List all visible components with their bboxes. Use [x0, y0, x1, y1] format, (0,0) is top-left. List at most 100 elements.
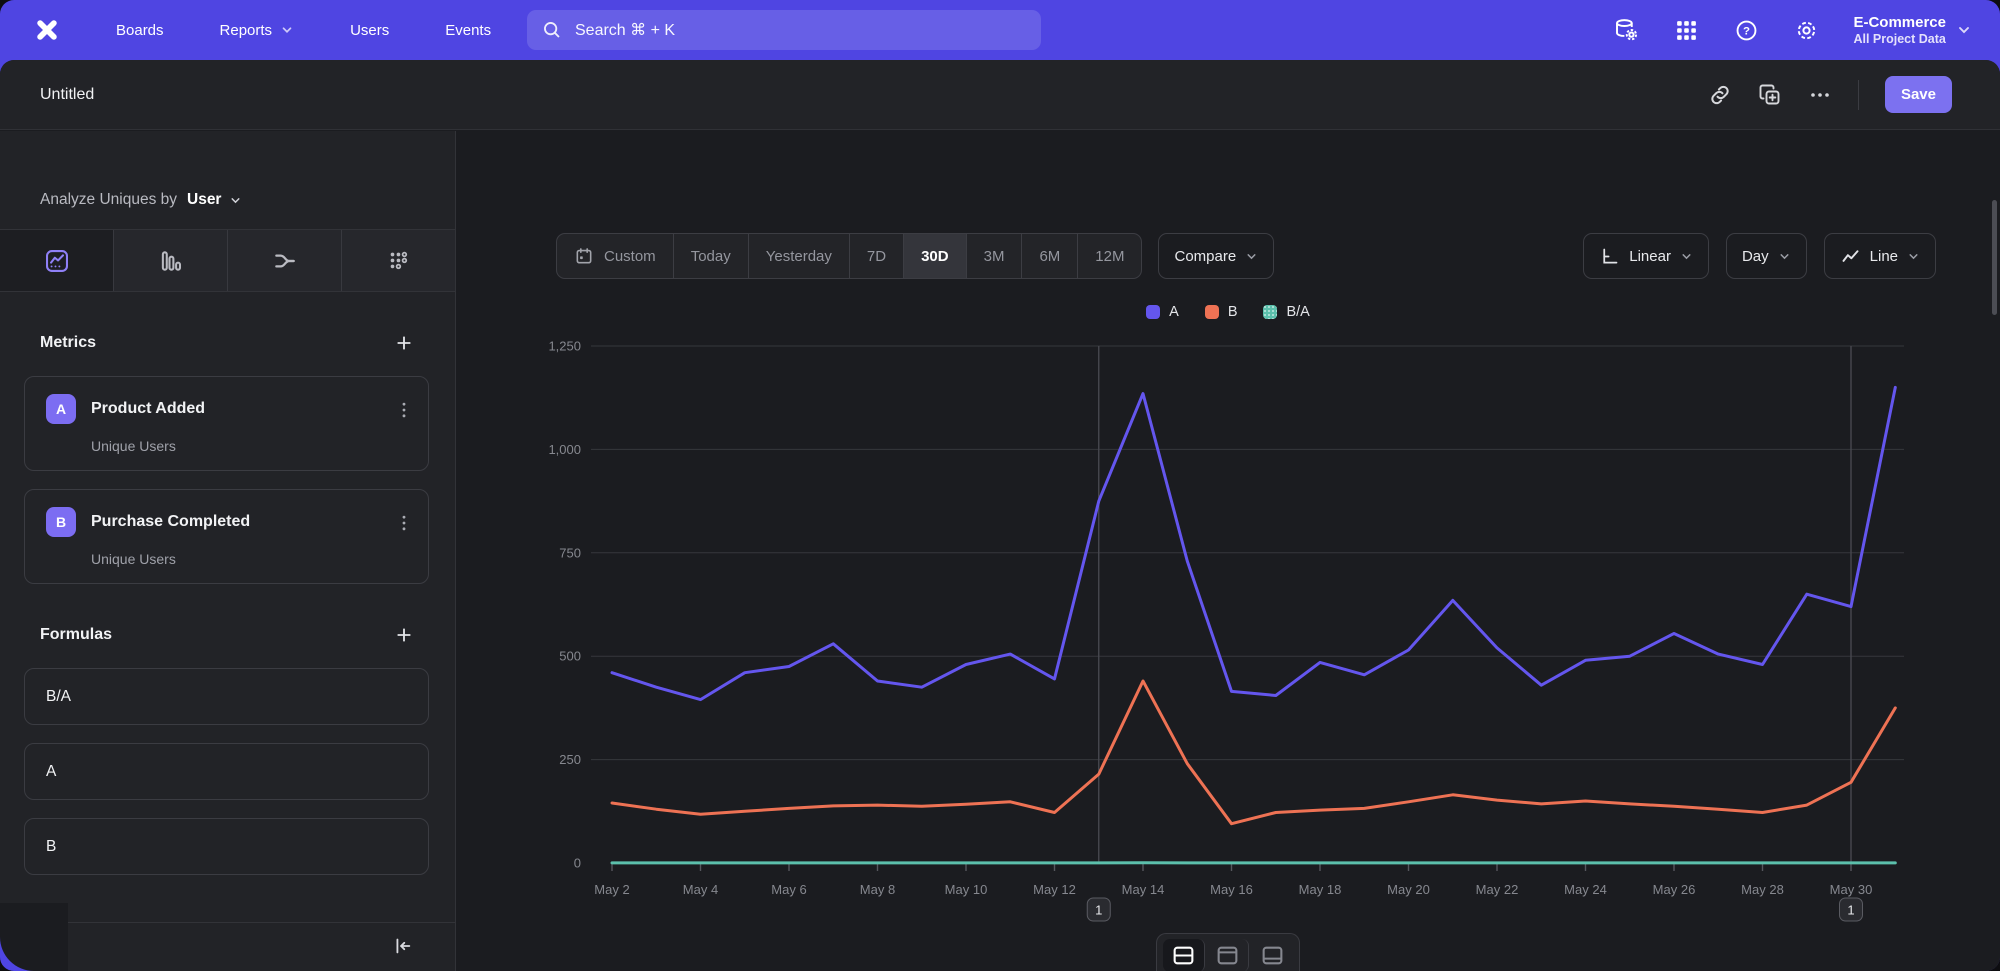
x-axis-tick-label: May 16: [1210, 882, 1253, 897]
date-range-3m[interactable]: 3M: [966, 234, 1022, 278]
chart-legend: A B B/A: [456, 304, 2000, 320]
chevron-down-icon: [1245, 250, 1258, 263]
date-range-yesterday[interactable]: Yesterday: [748, 234, 849, 278]
scrollbar-thumb[interactable]: [1992, 200, 1997, 315]
date-range-label: 12M: [1095, 248, 1124, 265]
formula-card[interactable]: A: [24, 743, 429, 800]
funnel-bars-icon: [158, 248, 184, 274]
apps-grid-icon[interactable]: [1673, 17, 1699, 43]
add-formula-button[interactable]: [393, 624, 415, 646]
nav-item-events[interactable]: Events: [445, 22, 491, 39]
x-axis-tick-label: May 26: [1653, 882, 1696, 897]
legend-swatch: [1146, 305, 1160, 319]
date-range-6m[interactable]: 6M: [1021, 234, 1077, 278]
compare-button[interactable]: Compare: [1158, 233, 1274, 279]
series-line-a[interactable]: [612, 387, 1895, 699]
line-chart[interactable]: 02505007501,0001,250May 2May 4May 6May 8…: [456, 336, 2000, 936]
search-input[interactable]: Search ⌘ + K: [527, 10, 1041, 50]
metric-badge: A: [46, 394, 76, 424]
legend-swatch: [1205, 305, 1219, 319]
layout-option-chart-bottom[interactable]: [1251, 939, 1293, 971]
chevron-down-icon: [280, 23, 294, 37]
kebab-menu-icon[interactable]: [394, 399, 414, 421]
data-settings-icon[interactable]: [1613, 17, 1639, 43]
analyze-by-dropdown[interactable]: User: [187, 191, 242, 209]
analyze-row: Analyze Uniques by User: [0, 131, 455, 230]
nav-item-label: Boards: [116, 22, 164, 39]
formula-card[interactable]: B/A: [24, 668, 429, 725]
nav-right: ? E-Commerce All Project Data: [1613, 0, 1972, 60]
axis-linear-icon: [1599, 246, 1620, 267]
save-button[interactable]: Save: [1885, 76, 1952, 113]
x-axis-tick-label: May 6: [771, 882, 806, 897]
link-icon[interactable]: [1708, 83, 1732, 107]
interval-dropdown[interactable]: Day: [1726, 233, 1807, 279]
date-range-label: 6M: [1039, 248, 1060, 265]
chart-type-dropdown[interactable]: Line: [1824, 233, 1936, 279]
nav-item-label: Events: [445, 22, 491, 39]
legend-item-b-a[interactable]: B/A: [1263, 304, 1309, 320]
nav-item-label: Reports: [220, 22, 273, 39]
settings-gear-icon[interactable]: [1793, 17, 1819, 43]
legend-swatch: [1263, 305, 1277, 319]
x-axis-tick-label: May 4: [683, 882, 718, 897]
tab-insights[interactable]: [0, 230, 113, 291]
layout-bottom-icon: [1260, 943, 1285, 968]
date-range-12m[interactable]: 12M: [1077, 234, 1141, 278]
metric-card[interactable]: BPurchase CompletedUnique Users: [24, 489, 429, 584]
y-axis-tick-label: 750: [559, 545, 581, 560]
nav-item-boards[interactable]: Boards: [116, 22, 164, 39]
metrics-title: Metrics: [40, 334, 96, 352]
series-line-b[interactable]: [612, 681, 1895, 824]
layout-option-chart-top[interactable]: [1207, 939, 1249, 971]
duplicate-icon[interactable]: [1758, 83, 1782, 107]
y-axis-tick-label: 0: [574, 856, 581, 871]
chevron-down-icon: [1956, 22, 1972, 38]
layout-split-icon: [1171, 943, 1196, 968]
date-range-30d[interactable]: 30D: [903, 234, 966, 278]
tab-retention[interactable]: [341, 230, 455, 291]
app-root: Boards Reports Users Events Search ⌘ + K ? …: [0, 0, 2000, 971]
formula-label: B: [46, 838, 56, 856]
y-axis-tick-label: 1,250: [548, 339, 581, 354]
formulas-list: B/A A B: [24, 668, 429, 875]
date-range-today[interactable]: Today: [673, 234, 748, 278]
date-range-label: 30D: [921, 248, 949, 265]
nav-item-reports[interactable]: Reports: [220, 22, 295, 39]
tab-flows[interactable]: [227, 230, 341, 291]
date-range-label: Custom: [604, 248, 656, 265]
tab-funnels[interactable]: [113, 230, 227, 291]
scale-dropdown[interactable]: Linear: [1583, 233, 1709, 279]
nav-item-users[interactable]: Users: [350, 22, 389, 39]
formulas-header: Formulas: [0, 624, 455, 646]
layout-switcher: [1156, 933, 1300, 971]
collapse-left-icon[interactable]: [391, 935, 415, 959]
project-name: E-Commerce: [1853, 14, 1946, 32]
calendar-icon: [574, 246, 594, 266]
formula-card[interactable]: B: [24, 818, 429, 875]
x-axis-tick-label: May 18: [1299, 882, 1342, 897]
mixpanel-logo[interactable]: [30, 13, 64, 47]
layout-option-chart-and-table[interactable]: [1163, 939, 1205, 971]
legend-item-a[interactable]: A: [1146, 304, 1179, 320]
date-range-custom[interactable]: Custom: [557, 234, 673, 278]
metric-card[interactable]: AProduct AddedUnique Users: [24, 376, 429, 471]
content: Analyze Uniques by User Metrics APr: [0, 131, 2000, 971]
help-icon[interactable]: ?: [1733, 17, 1759, 43]
nav-item-label: Users: [350, 22, 389, 39]
legend-item-b[interactable]: B: [1205, 304, 1238, 320]
sidebar: Analyze Uniques by User Metrics APr: [0, 131, 456, 971]
x-axis-tick-label: May 30: [1830, 882, 1873, 897]
date-range-7d[interactable]: 7D: [849, 234, 903, 278]
report-title[interactable]: Untitled: [40, 86, 94, 104]
formulas-title: Formulas: [40, 626, 112, 644]
project-switcher[interactable]: E-Commerce All Project Data: [1853, 14, 1972, 47]
kebab-menu-icon[interactable]: [394, 512, 414, 534]
metrics-header: Metrics: [0, 332, 455, 354]
y-axis-tick-label: 500: [559, 649, 581, 664]
add-metric-button[interactable]: [393, 332, 415, 354]
date-range-label: Yesterday: [766, 248, 832, 265]
more-icon[interactable]: [1808, 83, 1832, 107]
formula-label: A: [46, 763, 56, 781]
annotation-badge-label: 1: [1095, 903, 1102, 918]
